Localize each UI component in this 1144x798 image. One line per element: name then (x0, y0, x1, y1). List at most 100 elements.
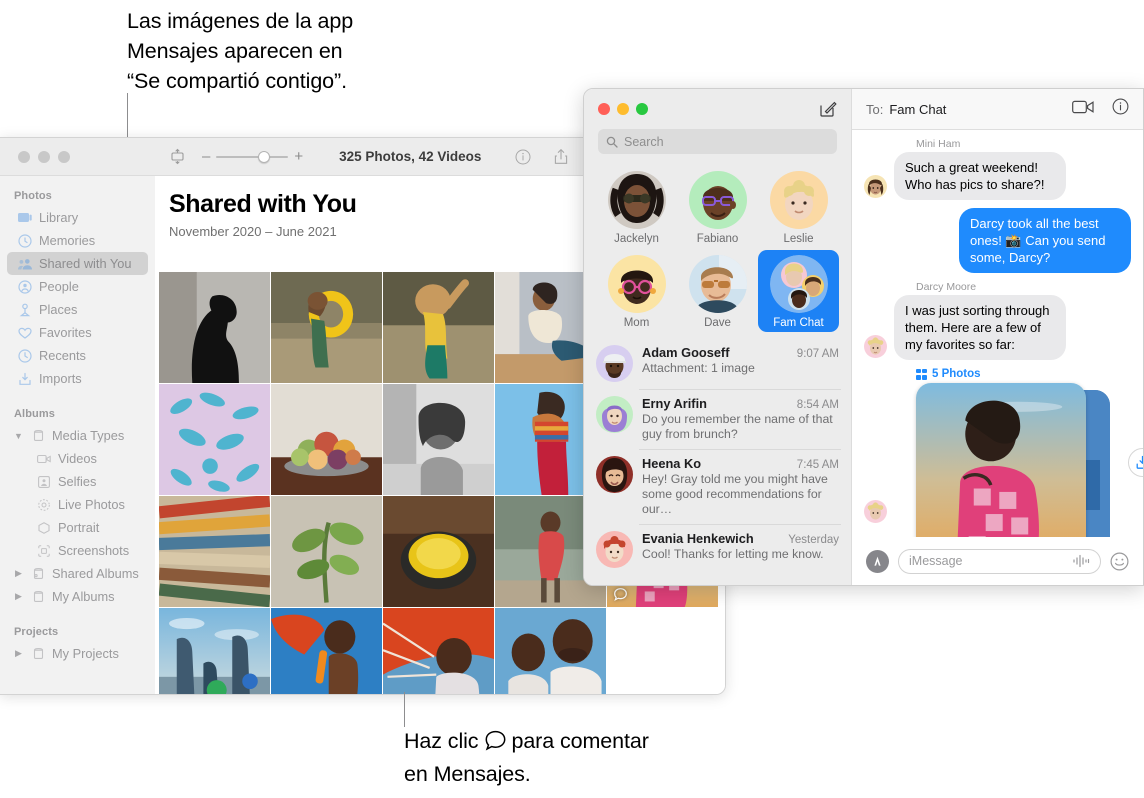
sidebar-item-label: Shared with You (39, 256, 132, 271)
pinned-conversation-fabiano[interactable]: Fabiano (677, 166, 758, 248)
sidebar-item-my-albums[interactable]: ▶ My Albums (7, 585, 148, 608)
sidebar-item-memories[interactable]: Memories (7, 229, 148, 252)
app-store-icon[interactable] (866, 549, 889, 573)
chevron-right-icon[interactable]: ▶ (13, 591, 24, 602)
sidebar-item-shared-with-you[interactable]: Shared with You (7, 252, 148, 275)
zoom-slider-track[interactable] (216, 150, 289, 163)
grid-icon (916, 368, 927, 380)
memories-icon (18, 233, 32, 248)
thread-recipient[interactable]: Fam Chat (889, 102, 946, 117)
sidebar-item-imports[interactable]: Imports (7, 367, 148, 390)
photo-cell[interactable] (271, 608, 382, 694)
audio-waveform-icon[interactable] (1072, 554, 1090, 568)
facetime-video-icon[interactable] (1072, 100, 1094, 119)
avatar (596, 396, 633, 433)
zoom-button[interactable] (636, 103, 648, 115)
annotation-top: Las imágenes de la app Mensajes aparecen… (127, 6, 467, 96)
search-input[interactable]: Search (598, 129, 837, 154)
photo-attachment-stack[interactable] (916, 383, 1143, 537)
pinned-label: Dave (704, 317, 731, 329)
photos-count-label: 325 Photos, 42 Videos (339, 149, 482, 164)
avatar (769, 171, 828, 229)
minimize-button[interactable] (38, 150, 50, 163)
info-icon[interactable] (515, 149, 531, 165)
info-icon[interactable] (1112, 98, 1129, 120)
message-input-placeholder: iMessage (909, 554, 963, 568)
close-button[interactable] (18, 150, 30, 163)
list-item[interactable]: Erny Arifin 8:54 AM Do you remember the … (584, 389, 851, 449)
photo-cell[interactable] (159, 384, 270, 495)
avatar (688, 171, 747, 229)
close-button[interactable] (598, 103, 610, 115)
photo-cell[interactable] (159, 608, 270, 694)
sidebar-item-shared-albums[interactable]: ▶ Shared Albums (7, 562, 148, 585)
zoom-slider[interactable]: – + (202, 148, 303, 165)
messages-titlebar (584, 89, 851, 129)
sidebar-item-label: Favorites (39, 325, 92, 340)
photo-cell[interactable] (271, 272, 382, 383)
conversation-time: Yesterday (788, 534, 839, 546)
zoom-out-label[interactable]: – (202, 148, 210, 165)
live-photo-icon (37, 498, 51, 512)
sidebar-item-live-photos[interactable]: Live Photos (7, 493, 148, 516)
zoom-button[interactable] (58, 150, 70, 163)
list-item[interactable]: Heena Ko 7:45 AM Hey! Gray told me you m… (584, 449, 851, 524)
chevron-right-icon[interactable]: ▶ (13, 568, 24, 579)
photo-cell[interactable] (159, 272, 270, 383)
pinned-conversation-dave[interactable]: Dave (677, 250, 758, 332)
share-icon[interactable] (553, 148, 569, 165)
message-row: Such a great weekend! Who has pics to sh… (864, 152, 1131, 200)
comment-icon[interactable] (613, 587, 628, 602)
zoom-in-label[interactable]: + (294, 148, 303, 165)
sidebar-item-media-types[interactable]: ▼ Media Types (7, 424, 148, 447)
chevron-down-icon[interactable]: ▼ (13, 431, 24, 441)
sidebar-item-screenshots[interactable]: Screenshots (7, 539, 148, 562)
sidebar-item-recents[interactable]: Recents (7, 344, 148, 367)
pinned-conversation-jackelyn[interactable]: Jackelyn (596, 166, 677, 248)
pinned-conversation-leslie[interactable]: Leslie (758, 166, 839, 248)
conversation-name: Heena Ko (642, 456, 702, 471)
conversation-list[interactable]: Adam Gooseff 9:07 AM Attachment: 1 image… (584, 338, 851, 585)
sidebar-item-library[interactable]: Library (7, 206, 148, 229)
avatar (607, 171, 666, 229)
places-icon (18, 303, 32, 317)
sidebar-item-my-projects[interactable]: ▶ My Projects (7, 642, 148, 665)
sidebar-item-favorites[interactable]: Favorites (7, 321, 148, 344)
photo-stack-front[interactable] (916, 383, 1086, 537)
photo-cell[interactable] (383, 496, 494, 607)
photos-window-controls[interactable] (0, 150, 155, 163)
photo-cell[interactable] (271, 496, 382, 607)
photo-cell[interactable] (383, 384, 494, 495)
photo-cell[interactable] (159, 496, 270, 607)
photo-cell[interactable] (383, 608, 494, 694)
annotation-bottom-text-after: para comentar (511, 729, 649, 753)
pinned-conversation-fam-chat[interactable]: Fam Chat (758, 250, 839, 332)
import-icon[interactable] (169, 148, 186, 165)
zoom-slider-knob[interactable] (258, 150, 271, 163)
chevron-right-icon[interactable]: ▶ (13, 648, 24, 659)
photos-sidebar[interactable]: Photos Library Memories Shared with You … (0, 176, 155, 694)
sidebar-item-people[interactable]: People (7, 275, 148, 298)
attachment-label[interactable]: 5 Photos (916, 368, 1131, 380)
conversation-time: 8:54 AM (796, 399, 839, 411)
list-item[interactable]: Adam Gooseff 9:07 AM Attachment: 1 image (584, 338, 851, 389)
photo-cell[interactable] (383, 272, 494, 383)
message-input[interactable]: iMessage (898, 548, 1101, 574)
emoji-smiley-icon[interactable] (1110, 552, 1129, 571)
photo-cell[interactable] (271, 384, 382, 495)
sidebar-item-label: Media Types (52, 428, 125, 443)
sidebar-item-videos[interactable]: Videos (7, 447, 148, 470)
pinned-conversation-mom[interactable]: Mom (596, 250, 677, 332)
photo-cell[interactable] (495, 608, 606, 694)
list-item[interactable]: Evania Henkewich Yesterday Cool! Thanks … (584, 524, 851, 575)
minimize-button[interactable] (617, 103, 629, 115)
message-row: Darcy took all the best ones! 📸 Can you … (864, 208, 1135, 273)
clock-icon (18, 348, 32, 363)
sidebar-item-selfies[interactable]: Selfies (7, 470, 148, 493)
sidebar-item-places[interactable]: Places (7, 298, 148, 321)
compose-icon[interactable] (819, 100, 837, 118)
download-icon[interactable] (1128, 448, 1143, 477)
messages-window-controls[interactable] (598, 103, 648, 115)
sidebar-item-portrait[interactable]: Portrait (7, 516, 148, 539)
avatar (864, 335, 887, 358)
